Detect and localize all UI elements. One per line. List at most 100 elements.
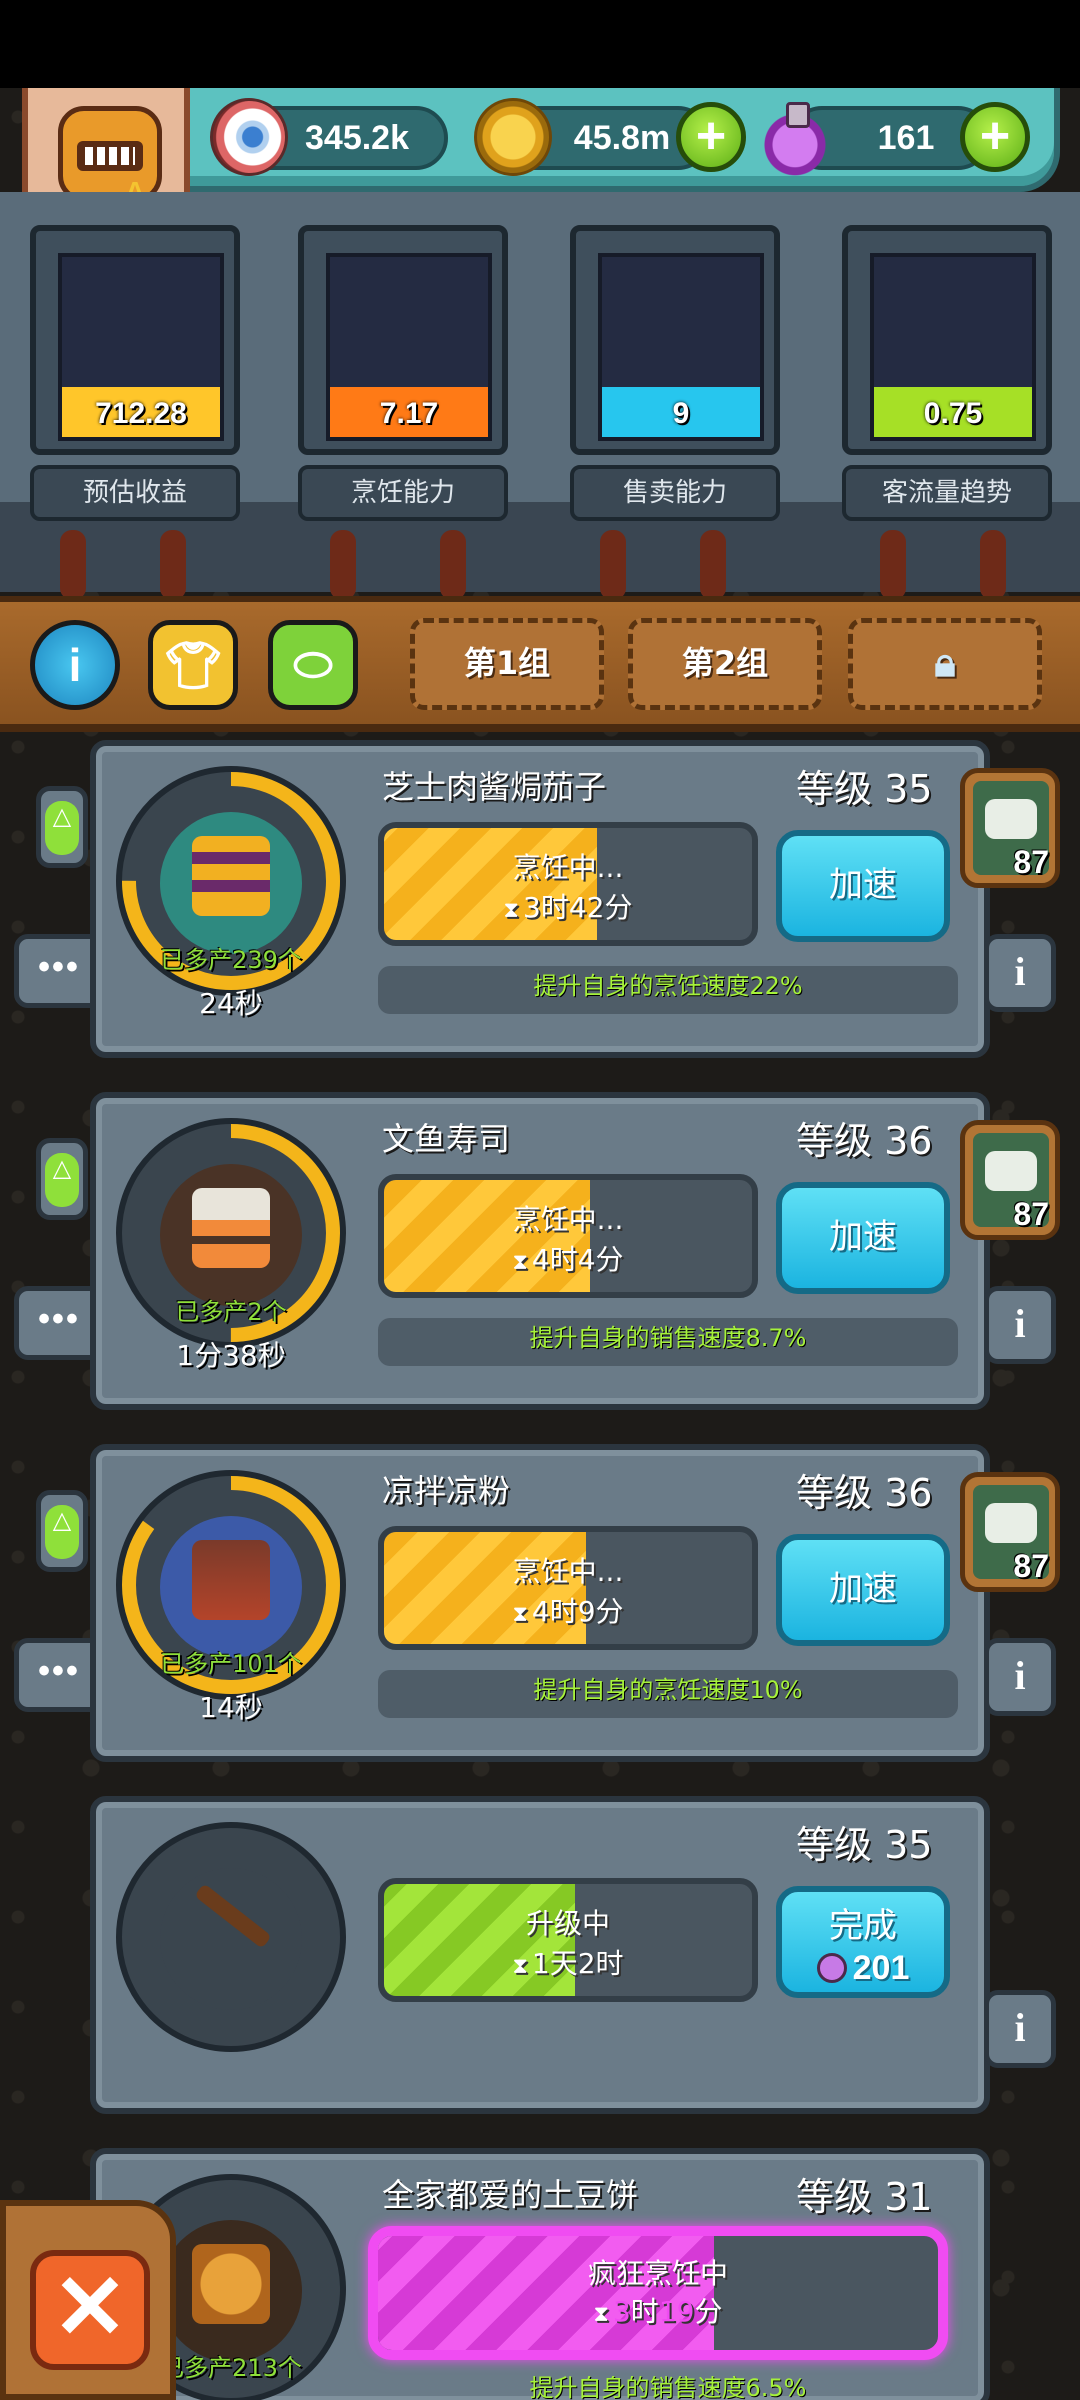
cook-time-label: 14秒	[199, 1691, 263, 1724]
stat-value: 9	[672, 397, 690, 430]
close-icon: ✕	[30, 2250, 150, 2370]
coin-icon	[474, 98, 552, 176]
stat-frame: 0.75	[842, 225, 1052, 455]
potato-pancake-icon	[192, 2244, 270, 2324]
speed-up-button[interactable]: 加速	[776, 830, 950, 942]
potion-icon	[756, 98, 834, 176]
stat-value: 712.28	[95, 397, 187, 430]
dish-info-button[interactable]: i	[984, 1286, 1056, 1364]
stat-label: 烹饪能力	[298, 465, 508, 521]
boost-pill-button[interactable]: ⬭	[268, 620, 358, 710]
dish-info-button[interactable]: i	[984, 1638, 1056, 1716]
remaining-minutes: 19	[658, 2295, 695, 2328]
bonus-description: 提升自身的销售速度8.7%	[378, 1318, 958, 1366]
progress-time: ⧗ 4时9分	[384, 1590, 752, 1630]
chef-card[interactable]: 87	[960, 768, 1060, 888]
close-panel-button[interactable]: ✕	[0, 2200, 176, 2400]
upgrade-ring[interactable]	[116, 1822, 346, 2052]
upgrade-arrow-button[interactable]	[36, 1490, 88, 1572]
capsule-icon: ⬭	[293, 638, 333, 690]
chef-level: 87	[1013, 844, 1049, 880]
remaining-hours: 3	[612, 2295, 631, 2328]
stat-cooking-ability[interactable]: 7.17 烹饪能力	[298, 225, 508, 525]
progress-status: 烹饪中...	[512, 851, 624, 884]
stat-label: 售卖能力	[570, 465, 780, 521]
dish-level: 等级 36	[796, 1119, 933, 1163]
stat-frame: 712.28	[30, 225, 240, 455]
cost-value: 201	[852, 1949, 910, 1987]
tab-group-locked[interactable]: 🔒︎	[848, 618, 1042, 710]
shirt-icon: 👕︎	[163, 638, 223, 691]
dish-name: 芝士肉酱焗茄子	[382, 768, 607, 806]
stat-tank: 9	[598, 253, 764, 441]
frenzy-cooking-progress: 疯狂烹饪中 ⧗ 3时19分	[368, 2226, 948, 2360]
tab-group-2[interactable]: 第2组	[628, 618, 822, 710]
upgrade-arrow-button[interactable]	[36, 786, 88, 868]
stat-customer-trend[interactable]: 0.75 客流量趋势	[842, 225, 1052, 525]
progress-time: ⧗ 1天2时	[384, 1942, 752, 1982]
cook-time-label: 1分38秒	[176, 1339, 286, 1372]
pipe-decoration	[160, 530, 186, 600]
progress-status: 升级中	[525, 1907, 610, 1940]
extra-produced-label: 已多产101个	[160, 1650, 302, 1678]
stat-label: 客流量趋势	[842, 465, 1052, 521]
tab-group-1[interactable]: 第1组	[410, 618, 604, 710]
dish-name: 全家都爱的土豆饼	[382, 2176, 639, 2214]
hourglass-icon: ⧗	[503, 898, 519, 923]
chef-level: 87	[1013, 1196, 1049, 1232]
dish-info-button[interactable]: i	[984, 934, 1056, 1012]
eye-count: 345.2k	[305, 118, 409, 157]
dish-level: 等级 35	[796, 767, 933, 811]
extra-produced-label: 已多产2个	[175, 1298, 287, 1326]
speed-up-button[interactable]: 加速	[776, 1534, 950, 1646]
complete-now-button[interactable]: 完成 201	[776, 1886, 950, 1998]
dish-name: 凉拌凉粉	[382, 1472, 511, 1510]
pipe-decoration	[60, 530, 86, 600]
coin-count: 45.8m	[573, 118, 671, 157]
minutes-unit: 分	[694, 2295, 723, 2328]
stat-value: 7.17	[379, 397, 439, 430]
stat-tank: 7.17	[326, 253, 492, 441]
pipe-decoration	[700, 530, 726, 600]
dish-level: 等级 31	[796, 2175, 933, 2219]
extra-produced-label: 已多产239个	[160, 946, 302, 974]
stat-label: 预估收益	[30, 465, 240, 521]
dish-plate	[160, 2220, 302, 2362]
info-button[interactable]: i	[30, 620, 120, 710]
upgrade-progress: 升级中 ⧗ 1天2时	[378, 1878, 758, 2002]
pipe-decoration	[600, 530, 626, 600]
dish-name: 文鱼寿司	[382, 1120, 511, 1158]
bonus-description: 提升自身的烹饪速度10%	[378, 1670, 958, 1718]
cooking-progress: 烹饪中... ⧗ 3时42分	[378, 822, 758, 946]
cooking-progress: 烹饪中... ⧗ 4时9分	[378, 1526, 758, 1650]
add-coins-button[interactable]: +	[676, 102, 746, 172]
stat-tank: 712.28	[58, 253, 224, 441]
eyeball-icon	[210, 98, 288, 176]
progress-status: 烹饪中...	[512, 1555, 624, 1588]
hourglass-icon: ⧗	[512, 1954, 528, 1979]
dish-plate	[160, 1164, 302, 1306]
outfit-button[interactable]: 👕︎	[148, 620, 238, 710]
eggplant-lasagna-icon	[192, 836, 270, 916]
pipe-decoration	[330, 530, 356, 600]
stat-estimated-income[interactable]: 712.28 预估收益	[30, 225, 240, 525]
pipe-decoration	[880, 530, 906, 600]
cooking-progress: 烹饪中... ⧗ 4时4分	[378, 1174, 758, 1298]
status-bar	[0, 0, 1080, 88]
chef-card[interactable]: 87	[960, 1120, 1060, 1240]
upgrade-arrow-button[interactable]	[36, 1138, 88, 1220]
add-potions-button[interactable]: +	[960, 102, 1030, 172]
speed-up-button[interactable]: 加速	[776, 1182, 950, 1294]
hours-unit: 时	[630, 2295, 659, 2328]
chef-card[interactable]: 87	[960, 1472, 1060, 1592]
pipe-decoration	[440, 530, 466, 600]
stat-frame: 7.17	[298, 225, 508, 455]
dish-plate	[160, 812, 302, 954]
stat-selling-ability[interactable]: 9 售卖能力	[570, 225, 780, 525]
potion-icon	[816, 1953, 847, 1983]
stat-tank: 0.75	[870, 253, 1036, 441]
progress-time: ⧗ 3时42分	[384, 886, 752, 926]
progress-status: 疯狂烹饪中	[587, 2257, 728, 2290]
dish-info-button[interactable]: i	[984, 1990, 1056, 2068]
bonus-description: 提升自身的烹饪速度22%	[378, 966, 958, 1014]
